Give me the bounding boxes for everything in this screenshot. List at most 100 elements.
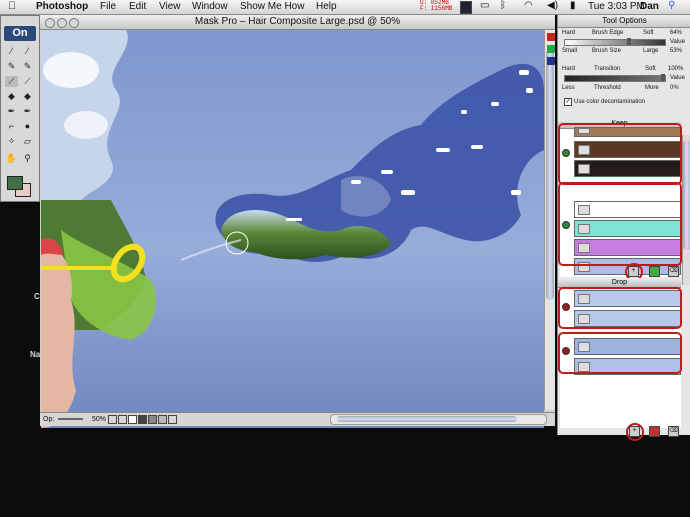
bucket-fill-icon[interactable]: ◆ — [5, 91, 18, 102]
view-mode-icon[interactable] — [138, 415, 147, 424]
drop-new-swatch-button[interactable]: + — [629, 426, 640, 437]
zoom-readout[interactable]: 50% — [92, 413, 106, 426]
minimize-button[interactable] — [57, 18, 67, 28]
pen-icon[interactable]: ✒ — [21, 106, 34, 117]
keep-add-button[interactable] — [649, 266, 660, 277]
menu-window[interactable]: Window — [192, 1, 228, 12]
user-name[interactable]: Dan — [640, 1, 659, 12]
zoom-button[interactable] — [69, 18, 79, 28]
drop-color-chip[interactable] — [547, 33, 555, 41]
drop-group2-highlight — [558, 332, 682, 374]
hand-icon[interactable]: ✋ — [5, 153, 18, 164]
apple-menu-icon[interactable]:  — [8, 0, 16, 12]
decontamination-checkbox[interactable]: ✓ — [564, 98, 572, 106]
brush-edge-slider[interactable] — [564, 38, 666, 46]
color-swatches[interactable] — [7, 176, 35, 198]
desktop-text-na: Na — [30, 350, 41, 359]
volume-icon[interactable]: ◀) — [547, 0, 558, 11]
keep-scrollbar[interactable] — [682, 135, 690, 285]
brush-edge-label: Brush Edge — [592, 30, 624, 36]
brush-icon[interactable]: ⟋ — [21, 76, 34, 87]
view-mode-icon[interactable] — [148, 415, 157, 424]
view-mode-icon[interactable] — [128, 415, 137, 424]
composite-image — [41, 30, 544, 428]
transition-value[interactable]: 100% — [668, 66, 683, 72]
bucket-drop-icon[interactable]: ◆ — [21, 91, 34, 102]
horizontal-scroll-thumb[interactable] — [337, 416, 517, 422]
brush-edge-value[interactable]: 64% — [670, 30, 682, 36]
menu-show-me-how[interactable]: Show Me How — [240, 1, 304, 12]
menu-view[interactable]: View — [159, 1, 181, 12]
brush-size-small-label: Small — [562, 48, 578, 54]
drop-trash-icon[interactable]: ⌫ — [668, 426, 679, 437]
view-mode-icon[interactable] — [118, 415, 127, 424]
onone-logo: On — [4, 26, 36, 41]
pencil-keep-icon[interactable]: ✎ — [5, 61, 18, 72]
menu-edit[interactable]: Edit — [129, 1, 146, 12]
transition-slider[interactable] — [564, 74, 666, 82]
app-menu[interactable]: Photoshop — [36, 1, 88, 12]
pencil-drop-icon[interactable]: ✎ — [21, 61, 34, 72]
keep-scroll-thumb[interactable] — [683, 140, 690, 250]
brush-size-label: Brush Size — [592, 48, 622, 54]
memory-free: F: 1156MB — [420, 5, 453, 12]
clock[interactable]: Tue 3:03 PM — [588, 1, 645, 12]
view-mode-icon[interactable] — [168, 415, 177, 424]
transition-label: Transition — [594, 66, 621, 72]
bluetooth-icon[interactable]: ᛒ — [500, 0, 506, 11]
chisel-icon[interactable]: ⌐ — [5, 121, 18, 132]
horizontal-scrollbar[interactable] — [330, 414, 547, 425]
view-mode-icon[interactable] — [158, 415, 167, 424]
view-mode-icon[interactable] — [108, 415, 117, 424]
magic-pen-icon[interactable]: ✒ — [5, 106, 18, 117]
mask-color-chip[interactable] — [547, 57, 555, 65]
threshold-value[interactable]: 0% — [670, 85, 679, 91]
document-window: Mask Pro – Hair Composite Large.psd @ 50… — [40, 15, 555, 428]
magic-wand-icon[interactable]: ✧ — [5, 136, 18, 147]
transition-thumb[interactable] — [661, 74, 665, 81]
drop-add-button[interactable] — [649, 426, 660, 437]
drop-group1-highlight — [558, 287, 682, 329]
menu-file[interactable]: File — [100, 1, 116, 12]
magic-brush-icon[interactable]: ⟋ — [5, 76, 18, 87]
wifi-icon[interactable]: ◠ — [524, 0, 533, 11]
brush-size-large-label: Large — [643, 48, 659, 54]
tool-options-panel: Tool Options Hard Brush Edge Soft 64% Va… — [557, 15, 690, 441]
blur-icon[interactable]: ● — [21, 121, 34, 132]
vertical-scroll-thumb[interactable] — [546, 50, 554, 300]
brush-edge-hard-label: Hard — [562, 30, 576, 36]
menu-bar:  Photoshop File Edit View Window Show M… — [0, 0, 690, 15]
menu-help[interactable]: Help — [316, 1, 337, 12]
document-title: Mask Pro – Hair Composite Large.psd @ 50… — [194, 16, 401, 27]
tool-options-title: Tool Options — [558, 15, 690, 28]
brush-size-value[interactable]: 53% — [670, 48, 682, 54]
toolbox-panel: On ⁄ ⁄ ✎ ✎ ⟋ ⟋ ◆ ◆ ✒ ✒ ⌐ ● ✧ ▱ ✋ ⚲ — [0, 15, 40, 202]
keep-trash-icon[interactable]: ⌫ — [668, 266, 679, 277]
foreground-swatch[interactable] — [7, 176, 23, 190]
cloud — [43, 52, 99, 88]
opacity-label: Op: — [43, 416, 55, 423]
keep-color-chip[interactable] — [547, 45, 555, 53]
brush-edge-thumb[interactable] — [627, 38, 631, 45]
zoom-icon[interactable]: ⚲ — [21, 153, 34, 164]
image-canvas[interactable] — [41, 30, 544, 428]
eyedropper-drop-icon[interactable]: ⁄ — [21, 46, 34, 57]
keep-group2-highlight — [558, 182, 682, 266]
eraser-icon[interactable]: ▱ — [21, 136, 34, 147]
document-title-bar[interactable]: Mask Pro – Hair Composite Large.psd @ 50… — [40, 15, 555, 30]
cloud — [64, 111, 108, 139]
decontamination-label: Use color decontamination — [574, 99, 646, 105]
memory-monitor: U: 852MB F: 1156MB — [420, 0, 452, 12]
eyedropper-keep-icon[interactable]: ⁄ — [5, 46, 18, 57]
threshold-more-label: More — [645, 85, 659, 91]
battery-icon[interactable]: ▮ — [570, 0, 576, 11]
opacity-slider[interactable] — [58, 418, 83, 420]
keep-new-swatch-button[interactable]: + — [628, 266, 639, 277]
spotlight-icon[interactable]: ⚲ — [668, 0, 675, 11]
monitor-icon[interactable] — [460, 1, 472, 14]
desktop-text-c: C — [34, 292, 40, 301]
vertical-scrollbar[interactable] — [544, 30, 555, 410]
display-icon[interactable]: ▭ — [480, 0, 489, 11]
brush-edge-value-label: Value — [670, 39, 685, 45]
close-button[interactable] — [45, 18, 55, 28]
